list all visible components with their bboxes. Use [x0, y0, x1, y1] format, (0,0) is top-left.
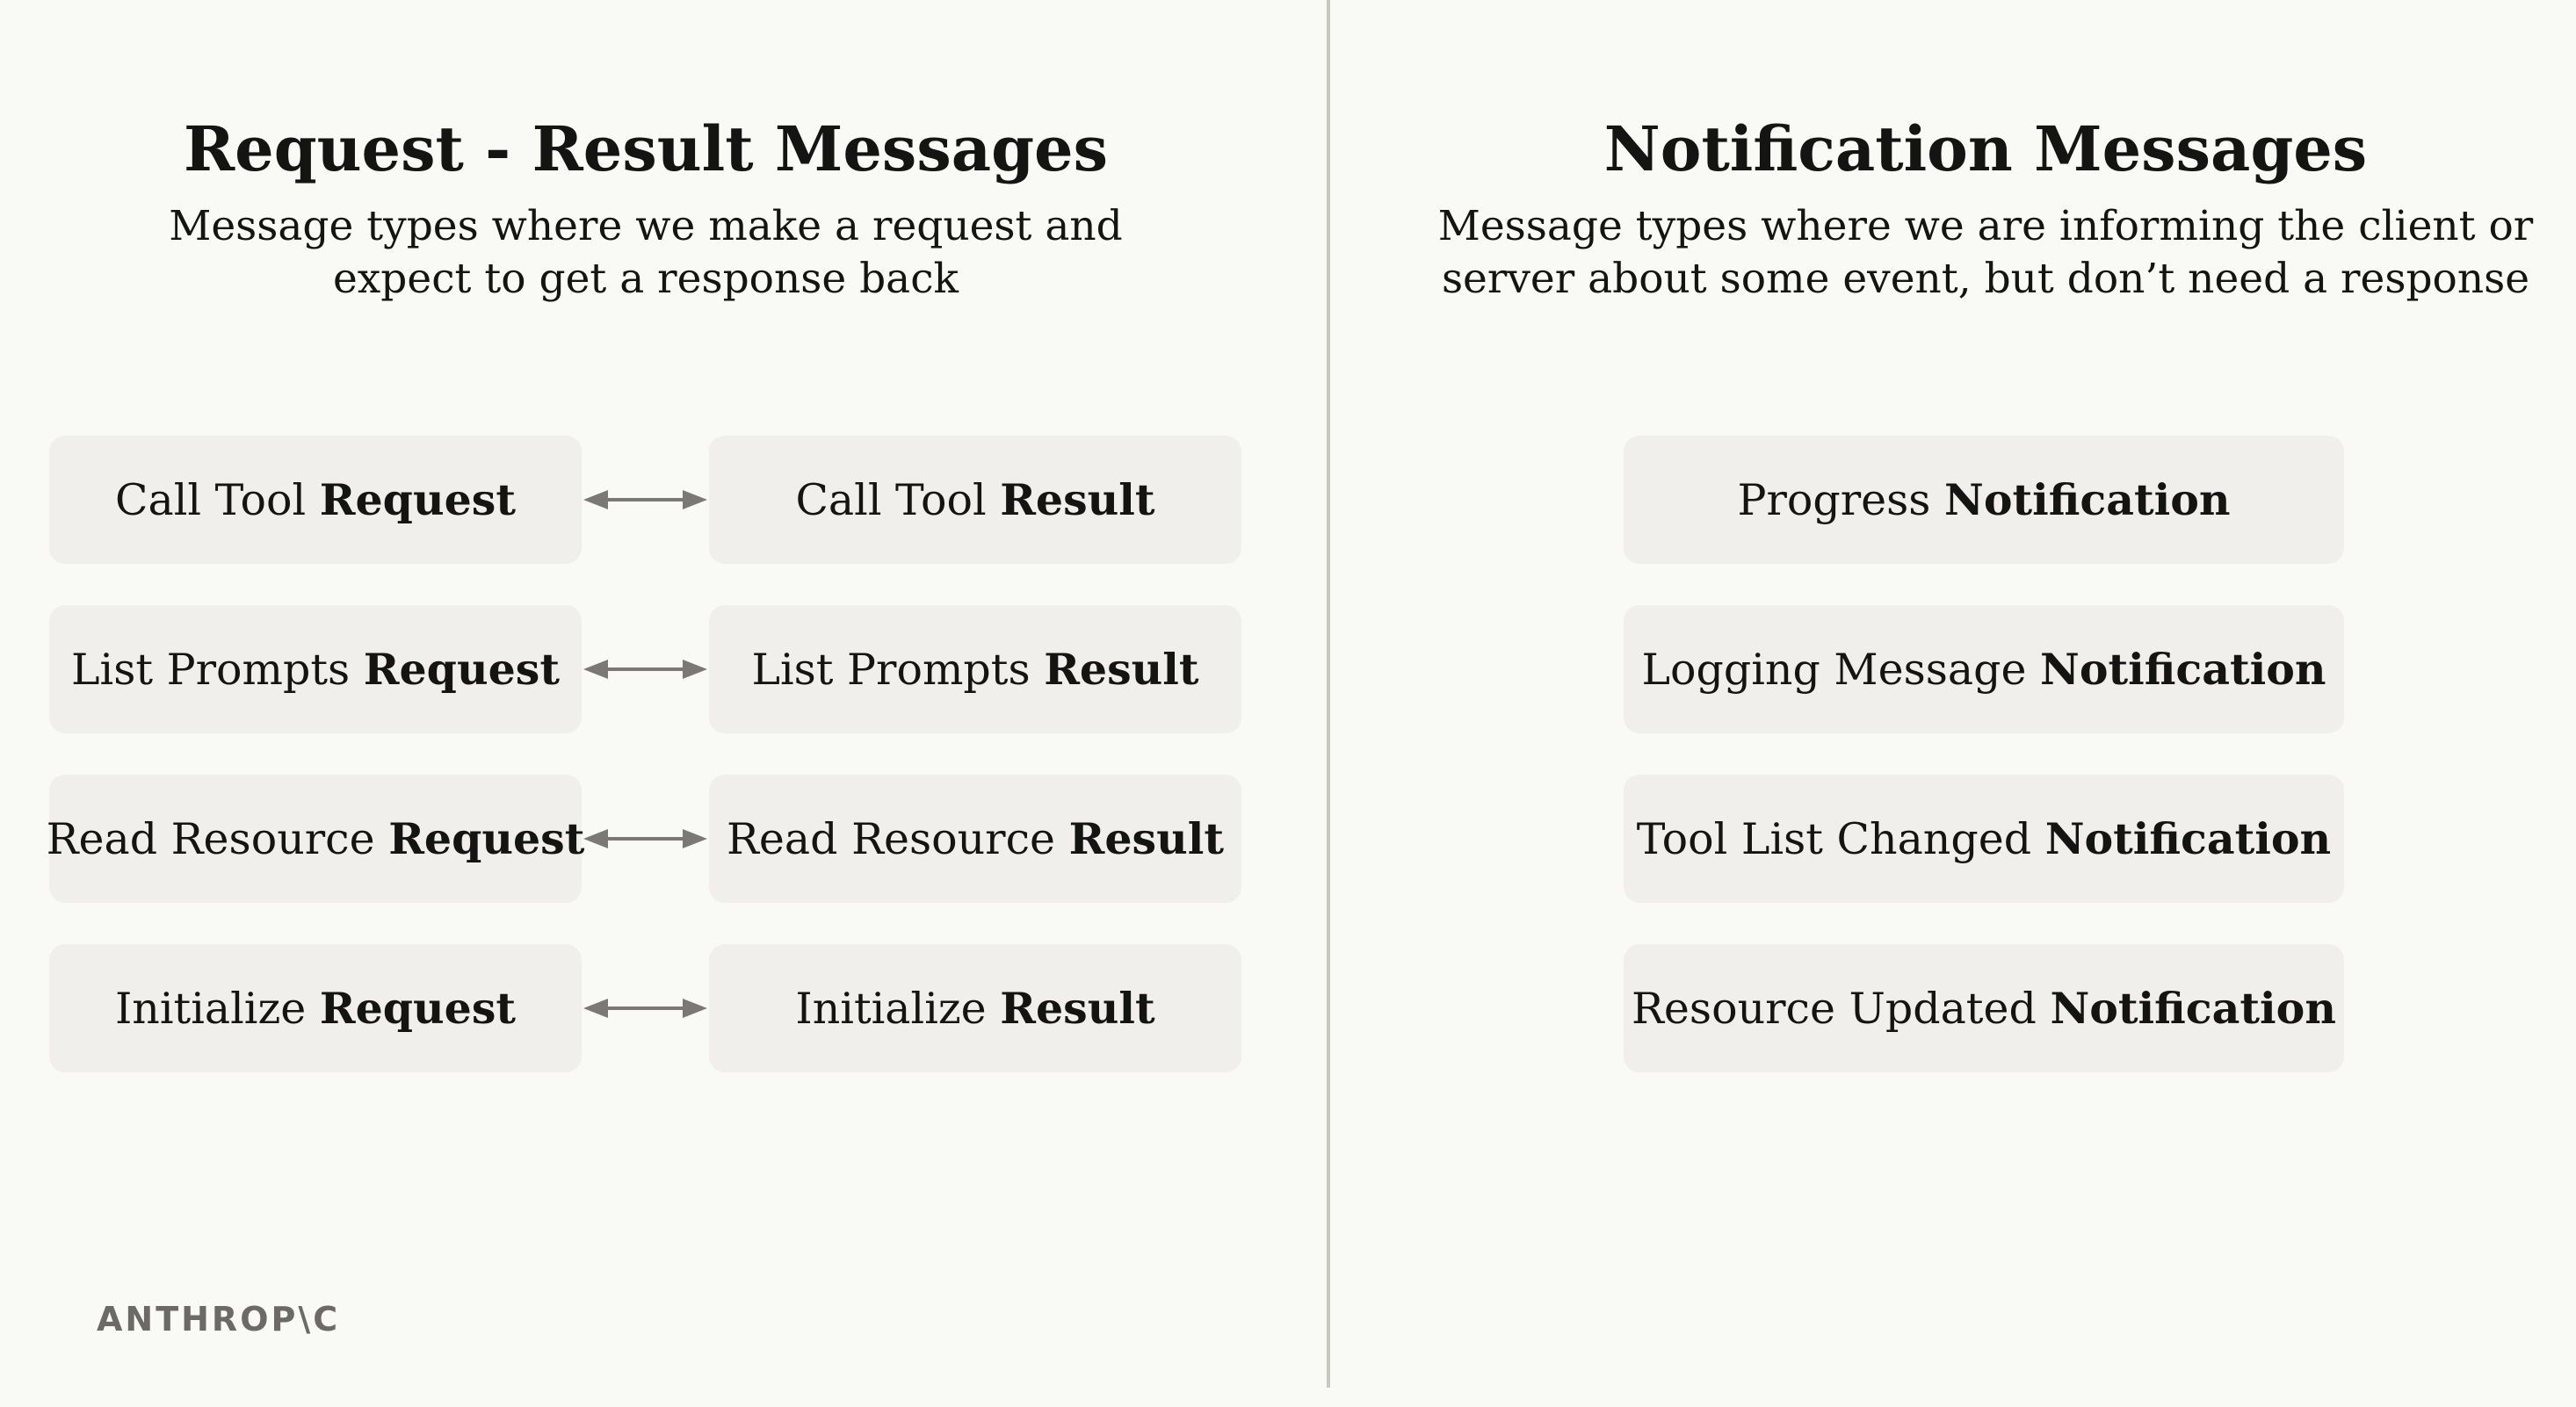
notification-box-logging-message: Logging Message Notification — [1624, 605, 2344, 733]
notification-subtitle-line-1: Message types where we are informing the… — [1437, 202, 2534, 250]
notification-box-tool-list-changed: Tool List Changed Notification — [1624, 775, 2344, 903]
request-name: List Prompts — [71, 644, 351, 695]
double-arrow-icon — [583, 660, 707, 679]
result-kind: Result — [1000, 983, 1155, 1034]
notification-title: Notification Messages — [1603, 112, 2368, 185]
double-arrow-icon — [583, 829, 707, 848]
result-kind: Result — [1044, 644, 1199, 695]
result-kind: Result — [1068, 813, 1224, 864]
result-kind: Result — [1000, 474, 1155, 525]
notification-kind: Notification — [2044, 813, 2332, 864]
notification-box-progress: Progress Notification — [1624, 436, 2344, 564]
request-result-subtitle-line-2: expect to get a response back — [332, 255, 959, 303]
request-box-read-resource: Read Resource Request — [46, 775, 585, 903]
request-name: Initialize — [114, 983, 307, 1034]
notification-name: Logging Message — [1641, 644, 2027, 695]
notification-kind: Notification — [2040, 644, 2326, 695]
result-name: Initialize — [795, 983, 987, 1034]
request-result-subtitle-line-1: Message types where we make a request an… — [169, 202, 1123, 250]
request-name: Call Tool — [115, 474, 307, 525]
section-divider — [1327, 0, 1330, 1388]
result-name: List Prompts — [751, 644, 1031, 695]
double-arrow-icon — [583, 490, 707, 509]
notification-subtitle: Message types where we are informing the… — [1379, 200, 2576, 306]
result-box-initialize: Initialize Result — [709, 944, 1241, 1072]
result-box-read-resource: Read Resource Result — [709, 775, 1241, 903]
result-box-call-tool: Call Tool Result — [709, 436, 1241, 564]
request-result-title: Request - Result Messages — [183, 112, 1109, 185]
request-box-list-prompts: List Prompts Request — [49, 605, 582, 733]
request-result-subtitle: Message types where we make a request an… — [0, 200, 1292, 306]
notification-name: Resource Updated — [1632, 983, 2037, 1034]
notification-name: Progress — [1737, 474, 1931, 525]
request-box-call-tool: Call Tool Request — [49, 436, 582, 564]
result-name: Call Tool — [795, 474, 987, 525]
request-kind: Request — [388, 813, 585, 864]
notification-name: Tool List Changed — [1636, 813, 2032, 864]
notification-kind: Notification — [1944, 474, 2231, 525]
double-arrow-icon — [583, 999, 707, 1018]
request-name: Read Resource — [46, 813, 375, 864]
request-kind: Request — [319, 983, 517, 1034]
notification-box-resource-updated: Resource Updated Notification — [1624, 944, 2344, 1072]
notification-subtitle-line-2: server about some event, but don’t need … — [1441, 255, 2530, 303]
result-name: Read Resource — [727, 813, 1056, 864]
anthropic-logo: ANTHROP\C — [97, 1300, 341, 1338]
request-kind: Request — [319, 474, 516, 525]
request-box-initialize: Initialize Request — [49, 944, 582, 1072]
request-kind: Request — [363, 644, 560, 695]
notification-kind: Notification — [2050, 983, 2336, 1034]
result-box-list-prompts: List Prompts Result — [709, 605, 1241, 733]
